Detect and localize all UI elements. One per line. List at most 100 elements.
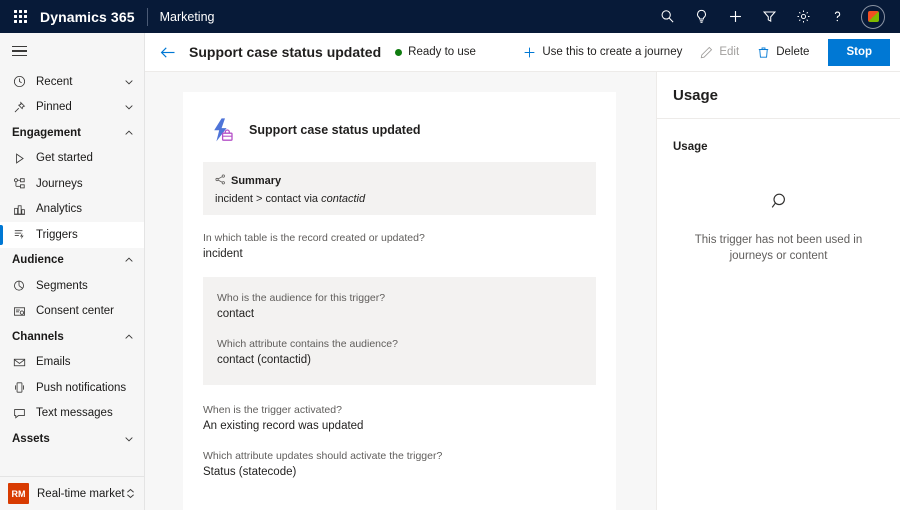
user-account-button[interactable] <box>854 0 892 33</box>
chat-icon <box>8 407 30 420</box>
sidebar-item-label: Journeys <box>30 178 83 190</box>
trigger-bolt-icon <box>209 116 237 144</box>
usage-panel-body: Usage This trigger has not been used in … <box>657 119 900 510</box>
sidebar-group-label: Engagement <box>12 127 124 139</box>
ideas-button[interactable] <box>684 0 718 33</box>
sidebar-group-label: Audience <box>12 254 124 266</box>
sidebar-item-triggers[interactable]: Triggers <box>0 222 144 248</box>
triggers-icon <box>8 228 30 241</box>
back-button[interactable] <box>153 37 183 67</box>
sidebar-item-consent-center[interactable]: Consent center <box>0 299 144 325</box>
field-table: In which table is the record created or … <box>203 231 596 263</box>
sidebar-group-engagement[interactable]: Engagement <box>0 120 144 146</box>
card-title: Support case status updated <box>249 123 421 137</box>
magnifier-icon <box>766 189 792 220</box>
usage-empty-state: This trigger has not been used in journe… <box>673 189 884 264</box>
chevron-down-icon <box>124 434 134 444</box>
sidebar-item-label: Text messages <box>30 407 113 419</box>
trash-icon <box>757 46 770 59</box>
sidebar-item-label: Get started <box>30 152 93 164</box>
area-switcher[interactable]: RM Real-time marketi... <box>0 476 144 510</box>
area-badge: RM <box>8 483 29 504</box>
field-audience-attribute: Which attribute contains the audience? c… <box>217 337 582 369</box>
lightbulb-icon <box>694 9 709 24</box>
question-icon <box>830 9 845 24</box>
waffle-icon <box>14 10 27 23</box>
work-area: Support case status updated <box>145 72 900 510</box>
sidebar-item-text-messages[interactable]: Text messages <box>0 401 144 427</box>
summary-label: Summary <box>231 175 281 187</box>
plus-icon <box>523 46 536 59</box>
field-activation: When is the trigger activated? An existi… <box>203 403 596 435</box>
create-journey-button[interactable]: Use this to create a journey <box>514 38 691 66</box>
area-switcher-label: Real-time marketi... <box>29 488 125 500</box>
sidebar-item-analytics[interactable]: Analytics <box>0 197 144 223</box>
search-button[interactable] <box>650 0 684 33</box>
segments-icon <box>8 279 30 292</box>
sidebar-item-label: Emails <box>30 356 71 368</box>
delete-button[interactable]: Delete <box>748 38 818 66</box>
sidebar-item-label: Triggers <box>30 229 78 241</box>
share-hierarchy-icon <box>215 172 226 190</box>
usage-panel-header: Usage <box>657 72 900 119</box>
analytics-icon <box>8 203 30 216</box>
sidebar-item-label: Recent <box>30 76 124 88</box>
status-badge: Ready to use <box>395 46 476 58</box>
field-answer: Status (statecode) <box>203 464 596 481</box>
top-navigation-bar: Dynamics 365 Marketing <box>0 0 900 33</box>
journeys-icon <box>8 177 30 190</box>
stop-button[interactable]: Stop <box>828 39 890 66</box>
envelope-icon <box>8 356 30 369</box>
chevron-up-icon <box>124 332 134 342</box>
sidebar-group-label: Channels <box>12 331 124 343</box>
sidebar-item-journeys[interactable]: Journeys <box>0 171 144 197</box>
brand-title[interactable]: Dynamics 365 <box>40 9 147 25</box>
summary-box: Summary incident > contact via contactid <box>203 162 596 215</box>
sidebar-item-pinned[interactable]: Pinned <box>0 95 144 121</box>
help-button[interactable] <box>820 0 854 33</box>
chevron-down-icon <box>124 102 134 112</box>
summary-path-prefix: incident > contact via <box>215 193 321 205</box>
filter-icon <box>762 9 777 24</box>
field-question: Which attribute updates should activate … <box>203 449 596 464</box>
sidebar-item-recent[interactable]: Recent <box>0 69 144 95</box>
sidebar-group-audience[interactable]: Audience <box>0 248 144 274</box>
command-bar: Support case status updated Ready to use… <box>145 33 900 72</box>
sidebar-group-assets[interactable]: Assets <box>0 426 144 452</box>
consent-icon <box>8 305 30 318</box>
sidebar-scroll-area: Recent Pinned <box>0 33 144 476</box>
chevron-up-icon <box>124 128 134 138</box>
hamburger-icon <box>12 46 27 57</box>
field-answer: incident <box>203 246 596 263</box>
sitemap-sidebar: Recent Pinned <box>0 33 145 510</box>
edit-button[interactable]: Edit <box>691 38 748 66</box>
sidebar-item-segments[interactable]: Segments <box>0 273 144 299</box>
sidebar-group-channels[interactable]: Channels <box>0 324 144 350</box>
main-region: Support case status updated Ready to use… <box>145 33 900 510</box>
app-name-label[interactable]: Marketing <box>160 10 215 24</box>
app-root: Dynamics 365 Marketing <box>0 0 900 510</box>
pencil-icon <box>700 46 713 59</box>
sidebar-item-label: Segments <box>30 280 88 292</box>
sidebar-toggle-button[interactable] <box>0 33 144 69</box>
sidebar-item-emails[interactable]: Emails <box>0 350 144 376</box>
trigger-detail-card: Support case status updated <box>183 92 616 510</box>
field-answer: contact <box>217 306 582 323</box>
app-body: Recent Pinned <box>0 33 900 510</box>
sidebar-item-push-notifications[interactable]: Push notifications <box>0 375 144 401</box>
new-button[interactable] <box>718 0 752 33</box>
usage-section-label: Usage <box>673 141 884 153</box>
filter-button[interactable] <box>752 0 786 33</box>
status-dot-icon <box>395 49 402 56</box>
chevron-down-icon <box>124 77 134 87</box>
avatar-glyph <box>868 11 879 22</box>
brand-divider <box>147 8 148 26</box>
sidebar-item-get-started[interactable]: Get started <box>0 146 144 172</box>
settings-button[interactable] <box>786 0 820 33</box>
field-activation-attribute: Which attribute updates should activate … <box>203 449 596 481</box>
field-answer: An existing record was updated <box>203 418 596 435</box>
field-question: Which attribute contains the audience? <box>217 337 582 352</box>
audience-group-box: Who is the audience for this trigger? co… <box>203 277 596 385</box>
sidebar-group-label: Assets <box>12 433 124 445</box>
app-launcher-button[interactable] <box>0 0 40 33</box>
